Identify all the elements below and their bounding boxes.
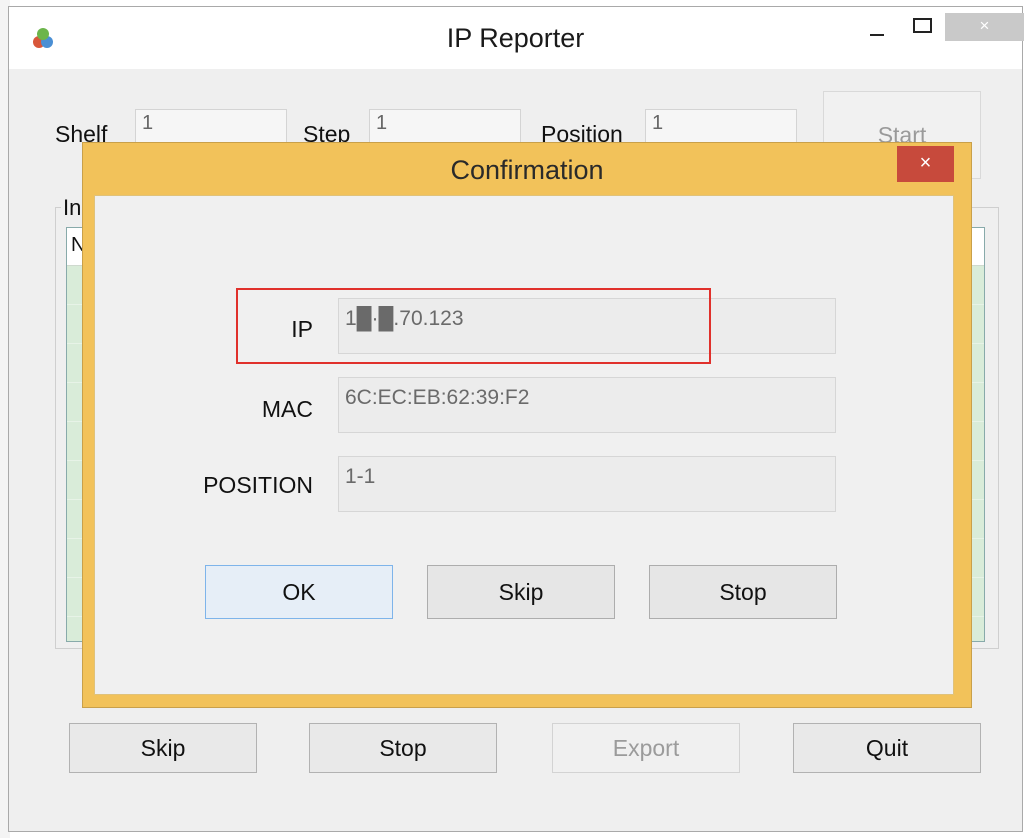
skip-button[interactable]: Skip (69, 723, 257, 773)
stop-button[interactable]: Stop (309, 723, 497, 773)
info-group-label: In (61, 195, 84, 221)
dialog-close-button[interactable]: × (897, 146, 954, 182)
quit-button[interactable]: Quit (793, 723, 981, 773)
mac-field[interactable]: 6C:EC:EB:62:39:F2 (338, 377, 836, 433)
maximize-button[interactable] (905, 13, 939, 41)
ip-highlight-box (236, 288, 711, 364)
export-button[interactable]: Export (552, 723, 740, 773)
minimize-button[interactable] (861, 13, 895, 41)
dialog-title: Confirmation (450, 155, 604, 185)
dialog-skip-button[interactable]: Skip (427, 565, 615, 619)
title-bar[interactable]: IP Reporter × (9, 7, 1024, 69)
dialog-stop-button[interactable]: Stop (649, 565, 837, 619)
close-icon: × (919, 152, 932, 174)
mac-label: MAC (261, 396, 313, 422)
window-close-button[interactable]: × (945, 13, 1024, 41)
confirmation-dialog: Confirmation × IP 1█·█.70.123 MAC 6C:EC:… (82, 142, 972, 708)
ok-button[interactable]: OK (205, 565, 393, 619)
position-field[interactable]: 1-1 (338, 456, 836, 512)
close-icon: × (979, 16, 990, 35)
dialog-body: IP 1█·█.70.123 MAC 6C:EC:EB:62:39:F2 POS… (94, 195, 954, 695)
position-label: POSITION (203, 472, 313, 498)
